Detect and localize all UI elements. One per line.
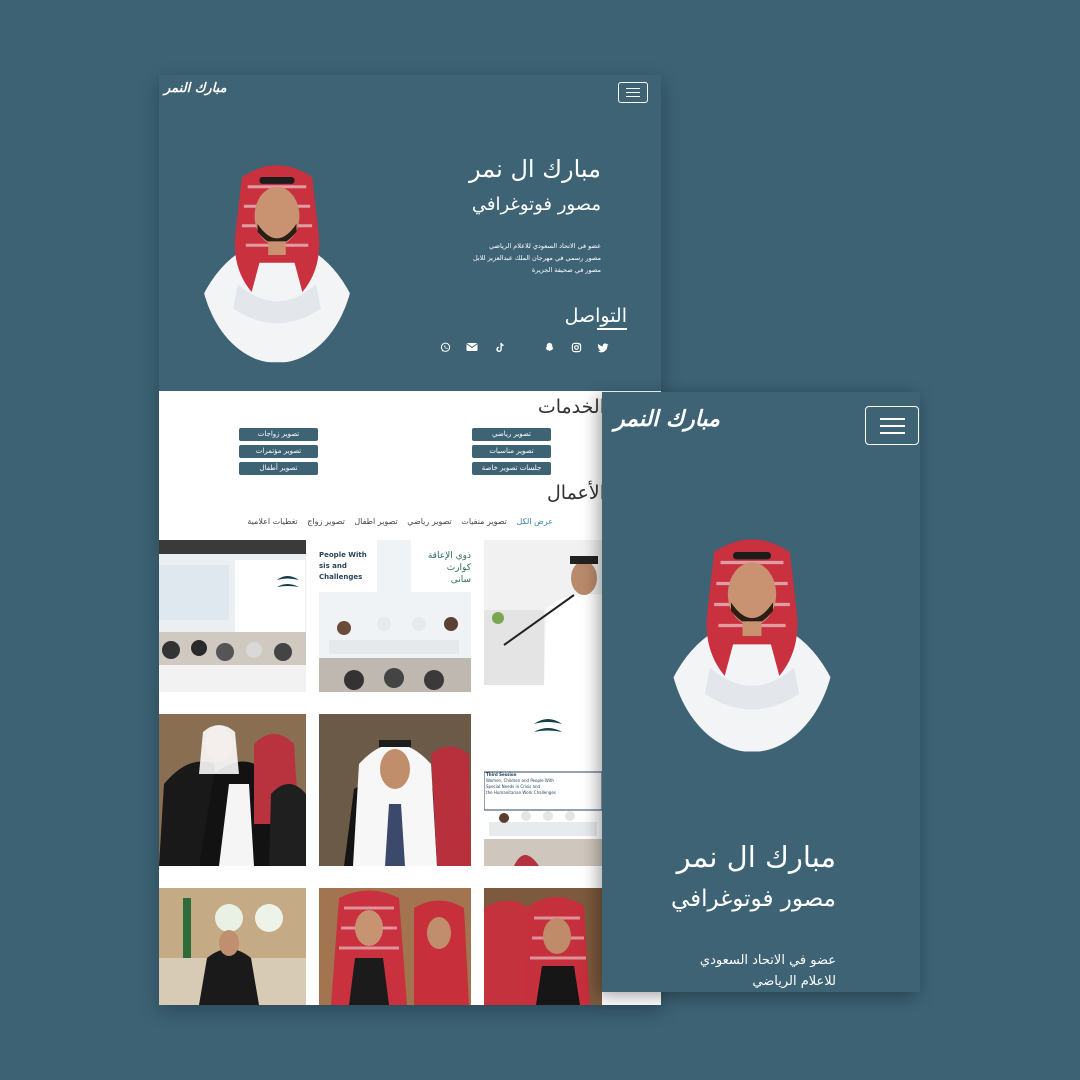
contact-heading: التواصل: [564, 305, 628, 330]
panel-banner-text: sis and: [319, 562, 347, 570]
portrait-illustration: [199, 147, 355, 363]
instagram-icon[interactable]: [569, 342, 583, 356]
hero-job-title: مصور فوتوغرافي: [671, 886, 836, 912]
gallery-photo[interactable]: People With sis and Challenges ذوي الإعا…: [319, 540, 471, 692]
gallery-photo[interactable]: [484, 540, 602, 685]
bio-line: مصور رسمي في مهرجان الملك عبدالعزيز للاب…: [472, 254, 601, 262]
site-logo[interactable]: مبارك النمر: [614, 406, 720, 432]
conference-photo: [159, 540, 306, 692]
panel-banner-text: People With: [319, 551, 367, 559]
service-badge[interactable]: تصوير زواجات: [239, 428, 318, 441]
service-badge[interactable]: تصوير مناسبات: [472, 445, 551, 458]
photographer-portrait: [668, 520, 836, 752]
reception-photo: [159, 888, 306, 1005]
speaker-photo: [484, 540, 602, 685]
panel-banner-text: Challenges: [319, 573, 363, 581]
site-logo[interactable]: مبارك النمر: [164, 81, 227, 96]
menu-line-icon: [626, 96, 640, 97]
mobile-mockup: مبارك النمر مبارك ال نمر مصور فوتوغرافي …: [602, 392, 920, 992]
bio-line: للاعلام الرياضي: [752, 974, 836, 989]
panel-banner-text: كوارث: [446, 563, 471, 573]
session-banner-text: the Humanitarian Work Challenges: [486, 790, 556, 795]
service-badge[interactable]: تصوير رياضي: [472, 428, 551, 441]
service-badge[interactable]: تصوير مؤتمرات: [239, 445, 318, 458]
gallery-photo[interactable]: [319, 714, 471, 866]
portrait-illustration: [668, 520, 836, 752]
gallery-photo[interactable]: [319, 888, 471, 1005]
filter-tab[interactable]: تصوير زواج: [307, 517, 345, 526]
service-badge[interactable]: جلسات تصوير خاصة: [472, 462, 551, 475]
gallery-photo[interactable]: [159, 714, 306, 866]
bio-line: مصور في صحيفة الجزيرة: [531, 266, 601, 274]
bio-line: عضو في الاتحاد السعودي للاعلام الرياضي: [489, 242, 601, 250]
service-badge[interactable]: تصوير أطفال: [239, 462, 318, 475]
filter-tab[interactable]: تصوير رياضي: [407, 517, 451, 526]
menu-line-icon: [880, 425, 905, 427]
twitter-icon[interactable]: [596, 342, 610, 356]
menu-line-icon: [880, 432, 905, 434]
ceremony-photo: [484, 888, 602, 1005]
hero-job-title: مصور فوتوغرافي: [471, 194, 601, 215]
email-icon[interactable]: [465, 342, 479, 356]
ceremony-photo: [159, 714, 306, 866]
filter-tab-all[interactable]: عرض الكل: [516, 517, 553, 526]
gallery-photo[interactable]: [159, 888, 306, 1005]
panel-banner-text: سانى: [450, 575, 471, 585]
desktop-mockup: مبارك النمر مبارك ال نمر مصور فوتوغرافي …: [159, 75, 661, 1005]
whatsapp-icon[interactable]: [438, 342, 452, 356]
works-filter-bar: عرض الكل تصوير منفيات تصوير رياضي تصوير …: [240, 517, 553, 526]
gallery-photo[interactable]: [484, 888, 602, 1005]
hero-bio: عضو في الاتحاد السعودي للاعلام الرياضي: [700, 950, 836, 992]
panel-banner-text: ذوي الإعاقة: [427, 551, 471, 561]
hamburger-menu-button[interactable]: [618, 82, 648, 103]
ceremony-photo: [319, 888, 471, 1005]
filter-tab[interactable]: تصوير منفيات: [461, 517, 507, 526]
photographer-portrait: [199, 147, 355, 363]
gallery-photo[interactable]: [159, 540, 306, 692]
filter-tab[interactable]: تصوير اطفال: [354, 517, 397, 526]
bio-line: عضو في الاتحاد السعودي: [699, 953, 836, 968]
services-heading: الخدمات: [537, 396, 605, 418]
menu-line-icon: [626, 88, 640, 89]
snapchat-icon[interactable]: [542, 342, 556, 356]
hero-section: مبارك النمر مبارك ال نمر مصور فوتوغرافي …: [159, 75, 661, 391]
works-heading: الأعمال: [546, 482, 605, 504]
tiktok-icon[interactable]: [492, 342, 506, 356]
hero-bio: عضو في الاتحاد السعودي للاعلام الرياضي م…: [473, 240, 601, 276]
filter-tab[interactable]: تغطيات اعلامية: [247, 517, 297, 526]
hero-name: مبارك ال نمر: [676, 840, 836, 874]
menu-line-icon: [880, 418, 905, 420]
menu-line-icon: [626, 92, 640, 93]
gallery-photo[interactable]: Third Session Women, Children and People…: [484, 714, 602, 866]
hero-name: مبارك ال نمر: [469, 155, 601, 183]
ceremony-photo: [319, 714, 471, 866]
hamburger-menu-button[interactable]: [865, 406, 919, 445]
